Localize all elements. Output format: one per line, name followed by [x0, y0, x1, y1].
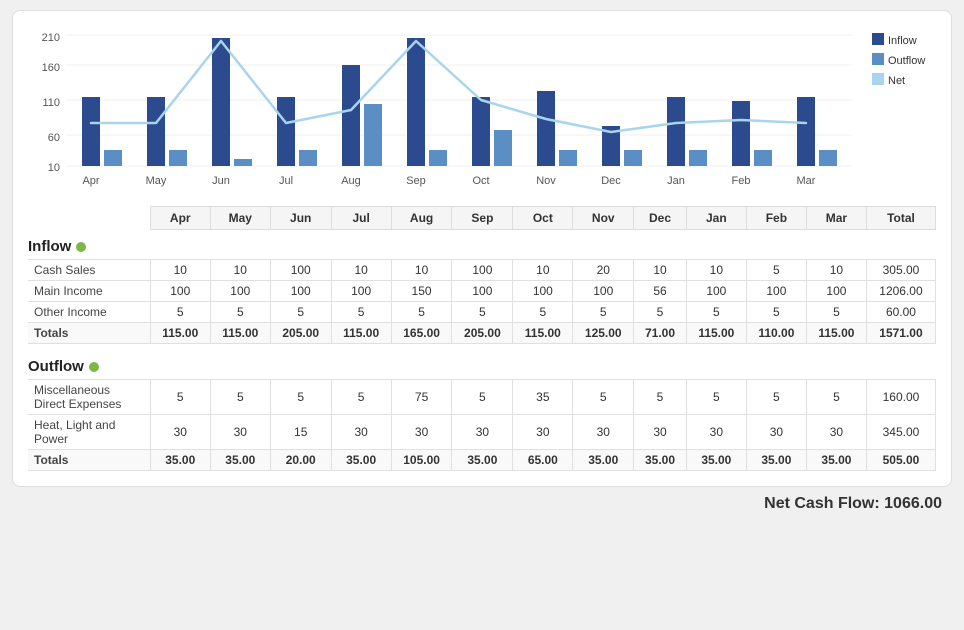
col-header-jul: Jul — [331, 207, 391, 230]
svg-text:Net: Net — [888, 75, 905, 87]
outflow-totals-label: Totals — [28, 450, 150, 471]
svg-text:Mar: Mar — [797, 175, 816, 187]
col-header-dec: Dec — [634, 207, 687, 230]
outflow-indicator — [89, 362, 99, 372]
heat-light-total: 345.00 — [866, 415, 935, 450]
cash-sales-may: 10 — [210, 260, 270, 281]
other-income-total: 60.00 — [866, 302, 935, 323]
cash-sales-dec: 10 — [634, 260, 687, 281]
outflow-totals-total: 505.00 — [866, 450, 935, 471]
svg-text:May: May — [146, 175, 167, 187]
svg-text:Dec: Dec — [601, 175, 621, 187]
inflow-totals-total: 1571.00 — [866, 323, 935, 344]
inflow-section-header: Inflow — [28, 230, 936, 260]
net-cash-flow-value: 1066.00 — [884, 495, 942, 512]
cash-sales-aug: 10 — [391, 260, 452, 281]
other-income-label: Other Income — [28, 302, 150, 323]
svg-text:160: 160 — [42, 62, 60, 74]
cash-sales-jan: 10 — [686, 260, 746, 281]
svg-text:Outflow: Outflow — [888, 55, 925, 67]
table-header-row: Apr May Jun Jul Aug Sep Oct Nov Dec Jan … — [28, 207, 936, 230]
misc-expenses-row: MiscellaneousDirect Expenses 5 5 5 5 75 … — [28, 380, 936, 415]
svg-text:Feb: Feb — [732, 175, 751, 187]
inflow-totals-label: Totals — [28, 323, 150, 344]
col-header-nov: Nov — [573, 207, 634, 230]
heat-light-label: Heat, Light andPower — [28, 415, 150, 450]
main-container: 210 160 110 60 10 — [12, 10, 952, 487]
main-income-label: Main Income — [28, 281, 150, 302]
col-header-feb: Feb — [746, 207, 806, 230]
main-income-row: Main Income 100 100 100 100 150 100 100 … — [28, 281, 936, 302]
col-header-oct: Oct — [513, 207, 573, 230]
outflow-label: Outflow — [28, 358, 84, 375]
svg-text:Sep: Sep — [406, 175, 426, 187]
cash-sales-jun: 100 — [270, 260, 331, 281]
inflow-totals-row: Totals 115.00 115.00 205.00 115.00 165.0… — [28, 323, 936, 344]
other-income-row: Other Income 5 5 5 5 5 5 5 5 5 5 5 5 60.… — [28, 302, 936, 323]
col-header-name — [28, 207, 150, 230]
chart-svg: 210 160 110 60 10 — [28, 21, 936, 196]
svg-text:Jun: Jun — [212, 175, 230, 187]
svg-text:Aug: Aug — [341, 175, 361, 187]
col-header-jan: Jan — [686, 207, 746, 230]
net-cash-flow-label: Net Cash Flow: — [764, 495, 880, 512]
cash-flow-table: Apr May Jun Jul Aug Sep Oct Nov Dec Jan … — [28, 206, 936, 471]
col-header-aug: Aug — [391, 207, 452, 230]
col-header-apr: Apr — [150, 207, 210, 230]
inflow-indicator — [76, 242, 86, 252]
cash-sales-total: 305.00 — [866, 260, 935, 281]
chart-area: 210 160 110 60 10 — [28, 21, 936, 196]
misc-expenses-total: 160.00 — [866, 380, 935, 415]
col-header-sep: Sep — [452, 207, 513, 230]
col-header-total: Total — [866, 207, 935, 230]
cash-sales-jul: 10 — [331, 260, 391, 281]
table-container: Apr May Jun Jul Aug Sep Oct Nov Dec Jan … — [28, 206, 936, 471]
misc-expenses-label: MiscellaneousDirect Expenses — [28, 380, 150, 415]
net-cash-flow: Net Cash Flow: 1066.00 — [12, 495, 952, 513]
svg-text:Jul: Jul — [279, 175, 293, 187]
svg-text:210: 210 — [42, 32, 60, 44]
cash-sales-nov: 20 — [573, 260, 634, 281]
heat-light-row: Heat, Light andPower 30 30 15 30 30 30 3… — [28, 415, 936, 450]
svg-text:10: 10 — [48, 162, 60, 174]
svg-text:60: 60 — [48, 132, 60, 144]
svg-text:Oct: Oct — [472, 175, 489, 187]
svg-text:Apr: Apr — [82, 175, 99, 187]
col-header-mar: Mar — [806, 207, 866, 230]
cash-sales-feb: 5 — [746, 260, 806, 281]
outflow-totals-row: Totals 35.00 35.00 20.00 35.00 105.00 35… — [28, 450, 936, 471]
svg-text:Jan: Jan — [667, 175, 685, 187]
cash-sales-sep: 100 — [452, 260, 513, 281]
svg-text:Nov: Nov — [536, 175, 556, 187]
cash-sales-apr: 10 — [150, 260, 210, 281]
cash-sales-oct: 10 — [513, 260, 573, 281]
main-income-total: 1206.00 — [866, 281, 935, 302]
col-header-jun: Jun — [270, 207, 331, 230]
outflow-section-header: Outflow — [28, 350, 936, 380]
svg-text:110: 110 — [42, 97, 60, 109]
inflow-label: Inflow — [28, 238, 71, 255]
col-header-may: May — [210, 207, 270, 230]
cash-sales-label: Cash Sales — [28, 260, 150, 281]
svg-text:Inflow: Inflow — [888, 35, 917, 47]
cash-sales-row: Cash Sales 10 10 100 10 10 100 10 20 10 … — [28, 260, 936, 281]
cash-sales-mar: 10 — [806, 260, 866, 281]
